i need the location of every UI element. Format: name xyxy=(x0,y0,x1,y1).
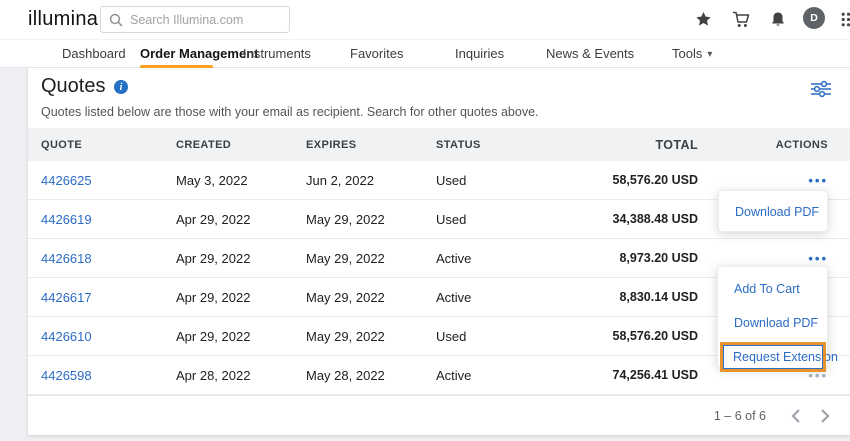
pagination-range: 1 – 6 of 6 xyxy=(714,409,766,423)
active-tab-underline xyxy=(140,65,213,68)
info-icon[interactable]: i xyxy=(114,80,128,94)
expires-cell: Jun 2, 2022 xyxy=(306,173,436,188)
status-cell: Active xyxy=(436,368,596,383)
row-actions-button[interactable]: ••• xyxy=(808,173,828,188)
status-cell: Used xyxy=(436,329,596,344)
created-cell: Apr 28, 2022 xyxy=(176,368,306,383)
status-cell: Used xyxy=(436,212,596,227)
col-header-status: STATUS xyxy=(436,139,596,151)
filter-icon[interactable] xyxy=(810,80,832,98)
main-nav: Dashboard Order Management Instruments F… xyxy=(0,39,850,68)
total-cell: 74,256.41 USD xyxy=(596,368,698,382)
expires-cell: May 29, 2022 xyxy=(306,212,436,227)
expires-cell: May 29, 2022 xyxy=(306,329,436,344)
nav-item-news-events[interactable]: News & Events xyxy=(546,40,634,68)
status-cell: Used xyxy=(436,173,596,188)
menu-item-add-to-cart[interactable]: Add To Cart xyxy=(718,275,827,303)
expires-cell: May 28, 2022 xyxy=(306,368,436,383)
expires-cell: May 29, 2022 xyxy=(306,251,436,266)
quote-link[interactable]: 4426610 xyxy=(41,329,92,344)
page-subtitle: Quotes listed below are those with your … xyxy=(41,105,539,119)
favorites-star-icon[interactable] xyxy=(691,7,715,31)
nav-item-inquiries[interactable]: Inquiries xyxy=(455,40,504,68)
col-header-created: CREATED xyxy=(176,139,306,151)
row1-actions-menu: Download PDF xyxy=(718,190,828,232)
illumina-logo[interactable]: illumina xyxy=(28,8,98,31)
notifications-bell-icon[interactable] xyxy=(766,7,790,31)
menu-item-download-pdf[interactable]: Download PDF xyxy=(719,191,827,233)
table-header-row: QUOTE CREATED EXPIRES STATUS TOTAL ACTIO… xyxy=(28,128,850,161)
quote-link[interactable]: 4426598 xyxy=(41,368,92,383)
quote-link[interactable]: 4426625 xyxy=(41,173,92,188)
row3-actions-menu: Add To Cart Download PDF Request Extensi… xyxy=(717,266,828,368)
row-actions-button[interactable]: ••• xyxy=(808,251,828,266)
top-header: illumina D xyxy=(0,0,850,39)
nav-item-tools[interactable]: Tools▾ xyxy=(672,40,712,68)
row-actions-button[interactable]: ••• xyxy=(808,368,828,383)
nav-item-dashboard[interactable]: Dashboard xyxy=(62,40,126,68)
search-icon xyxy=(109,13,123,27)
pagination-bar: 1 – 6 of 6 xyxy=(28,395,850,435)
created-cell: Apr 29, 2022 xyxy=(176,212,306,227)
col-header-actions: ACTIONS xyxy=(698,139,828,151)
total-cell: 58,576.20 USD xyxy=(596,173,698,187)
col-header-total: TOTAL xyxy=(596,138,698,152)
created-cell: May 3, 2022 xyxy=(176,173,306,188)
created-cell: Apr 29, 2022 xyxy=(176,329,306,344)
site-search[interactable] xyxy=(100,6,290,33)
page-title: Quotes xyxy=(41,75,105,98)
total-cell: 8,973.20 USD xyxy=(596,251,698,265)
nav-item-order-management[interactable]: Order Management xyxy=(140,40,258,68)
created-cell: Apr 29, 2022 xyxy=(176,251,306,266)
menu-item-download-pdf[interactable]: Download PDF xyxy=(718,309,827,337)
total-cell: 8,830.14 USD xyxy=(596,290,698,304)
total-cell: 34,388.48 USD xyxy=(596,212,698,226)
quote-link[interactable]: 4426617 xyxy=(41,290,92,305)
created-cell: Apr 29, 2022 xyxy=(176,290,306,305)
quote-link[interactable]: 4426618 xyxy=(41,251,92,266)
prev-page-button[interactable] xyxy=(786,407,804,425)
col-header-quote: QUOTE xyxy=(41,139,176,151)
apps-grid-icon[interactable] xyxy=(836,7,850,31)
next-page-button[interactable] xyxy=(816,407,834,425)
status-cell: Active xyxy=(436,251,596,266)
search-input[interactable] xyxy=(130,13,281,27)
nav-item-instruments[interactable]: Instruments xyxy=(243,40,311,68)
quote-link[interactable]: 4426619 xyxy=(41,212,92,227)
nav-item-favorites[interactable]: Favorites xyxy=(350,40,403,68)
cart-icon[interactable] xyxy=(729,7,753,31)
chevron-down-icon: ▾ xyxy=(707,41,712,69)
status-cell: Active xyxy=(436,290,596,305)
user-avatar[interactable]: D xyxy=(803,7,825,29)
expires-cell: May 29, 2022 xyxy=(306,290,436,305)
quotes-panel: Quotes i Quotes listed below are those w… xyxy=(28,68,850,435)
total-cell: 58,576.20 USD xyxy=(596,329,698,343)
menu-item-request-extension[interactable]: Request Extension xyxy=(723,345,823,369)
col-header-expires: EXPIRES xyxy=(306,139,436,151)
